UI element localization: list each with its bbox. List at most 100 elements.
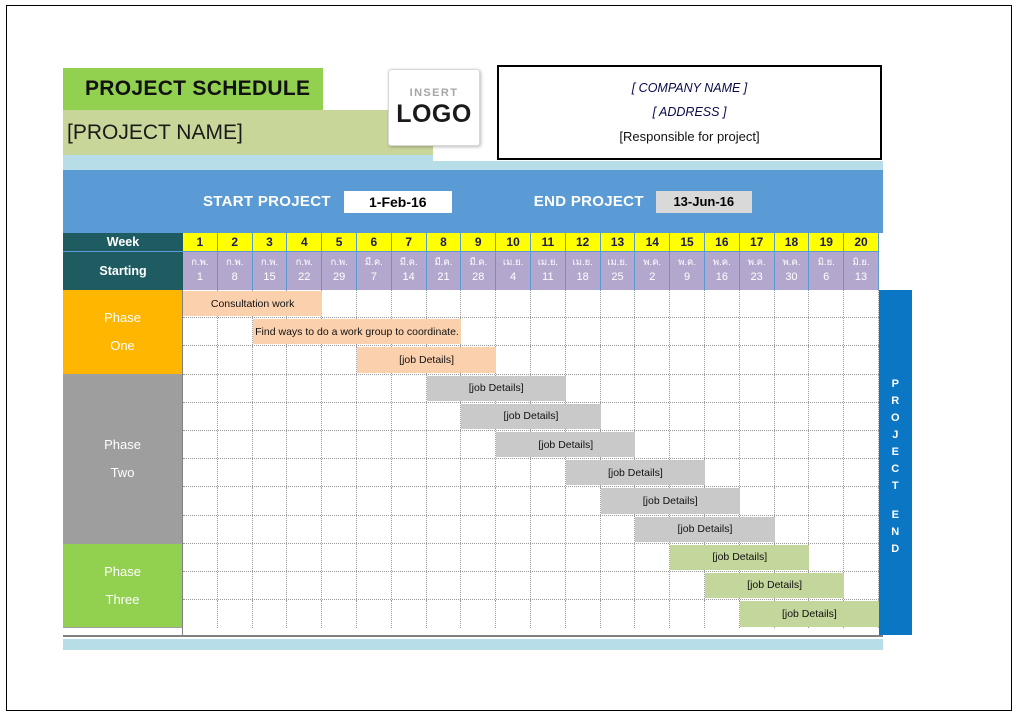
gantt-cell[interactable] — [322, 543, 357, 571]
gantt-cell[interactable] — [844, 318, 879, 346]
gantt-cell[interactable] — [427, 402, 462, 430]
gantt-cell[interactable] — [740, 487, 775, 515]
gantt-cell[interactable] — [809, 543, 845, 571]
gantt-cell[interactable] — [775, 515, 810, 543]
gantt-cell[interactable] — [844, 346, 879, 374]
gantt-cell[interactable] — [775, 346, 810, 374]
gantt-task-bar[interactable]: [job Details] — [357, 347, 497, 373]
gantt-task-bar[interactable]: [job Details] — [739, 601, 879, 628]
gantt-cell[interactable] — [809, 515, 845, 543]
gantt-cell[interactable] — [705, 402, 740, 430]
gantt-cell[interactable] — [601, 374, 636, 402]
gantt-cell[interactable] — [357, 487, 392, 515]
gantt-cell[interactable] — [740, 374, 775, 402]
gantt-cell[interactable] — [670, 402, 705, 430]
gantt-cell[interactable] — [601, 515, 636, 543]
gantt-cell[interactable] — [531, 290, 566, 318]
gantt-cell[interactable] — [740, 430, 775, 459]
gantt-cell[interactable] — [287, 515, 323, 543]
gantt-task-bar[interactable]: [job Details] — [635, 516, 775, 542]
gantt-cell[interactable] — [427, 543, 462, 571]
gantt-cell[interactable] — [253, 346, 288, 374]
gantt-cell[interactable] — [566, 374, 601, 402]
gantt-cell[interactable] — [461, 290, 497, 318]
gantt-cell[interactable] — [392, 543, 427, 571]
gantt-cell[interactable] — [531, 346, 566, 374]
gantt-cell[interactable] — [461, 430, 497, 459]
gantt-cell[interactable] — [705, 346, 740, 374]
gantt-cell[interactable] — [775, 290, 810, 318]
gantt-cell[interactable] — [427, 430, 462, 459]
gantt-cell[interactable] — [183, 487, 218, 515]
gantt-cell[interactable] — [183, 543, 218, 571]
gantt-cell[interactable] — [601, 600, 636, 629]
gantt-cell[interactable] — [670, 571, 705, 600]
gantt-task-bar[interactable]: Consultation work — [183, 291, 323, 317]
gantt-cell[interactable] — [670, 374, 705, 402]
gantt-cell[interactable] — [357, 402, 392, 430]
gantt-cell[interactable] — [566, 318, 601, 346]
gantt-cell[interactable] — [566, 600, 601, 629]
gantt-cell[interactable] — [287, 459, 323, 487]
gantt-cell[interactable] — [740, 318, 775, 346]
gantt-cell[interactable] — [253, 487, 288, 515]
gantt-cell[interactable] — [253, 600, 288, 629]
gantt-cell[interactable] — [461, 543, 497, 571]
gantt-cell[interactable] — [218, 571, 253, 600]
gantt-cell[interactable] — [496, 346, 531, 374]
gantt-cell[interactable] — [670, 346, 705, 374]
gantt-cell[interactable] — [670, 318, 705, 346]
gantt-cell[interactable] — [183, 318, 218, 346]
gantt-cell[interactable] — [218, 459, 253, 487]
gantt-cell[interactable] — [461, 487, 497, 515]
gantt-cell[interactable] — [531, 571, 566, 600]
company-address-field[interactable]: [ ADDRESS ] — [653, 105, 727, 119]
gantt-cell[interactable] — [601, 346, 636, 374]
gantt-cell[interactable] — [183, 402, 218, 430]
gantt-cell[interactable] — [566, 543, 601, 571]
gantt-cell[interactable] — [496, 571, 531, 600]
gantt-cell[interactable] — [253, 374, 288, 402]
gantt-cell[interactable] — [392, 600, 427, 629]
gantt-cell[interactable] — [287, 543, 323, 571]
gantt-cell[interactable] — [635, 543, 671, 571]
gantt-cell[interactable] — [635, 571, 671, 600]
gantt-cell[interactable] — [253, 430, 288, 459]
gantt-cell[interactable] — [357, 459, 392, 487]
gantt-cell[interactable] — [322, 571, 357, 600]
gantt-cell[interactable] — [844, 571, 879, 600]
gantt-cell[interactable] — [635, 346, 671, 374]
gantt-cell[interactable] — [566, 346, 601, 374]
gantt-cell[interactable] — [218, 515, 253, 543]
gantt-cell[interactable] — [496, 487, 531, 515]
start-date-field[interactable]: 1-Feb-16 — [343, 190, 452, 213]
gantt-cell[interactable] — [183, 600, 218, 629]
gantt-cell[interactable] — [809, 402, 845, 430]
gantt-cell[interactable] — [635, 430, 671, 459]
gantt-cell[interactable] — [287, 600, 323, 629]
gantt-cell[interactable] — [809, 290, 845, 318]
gantt-cell[interactable] — [253, 459, 288, 487]
gantt-cell[interactable] — [322, 487, 357, 515]
project-name-bar[interactable]: [PROJECT NAME] — [63, 110, 433, 155]
gantt-task-bar[interactable]: [job Details] — [461, 403, 601, 429]
gantt-cell[interactable] — [392, 515, 427, 543]
gantt-cell[interactable] — [809, 346, 845, 374]
gantt-cell[interactable] — [427, 290, 462, 318]
gantt-cell[interactable] — [218, 487, 253, 515]
gantt-cell[interactable] — [601, 290, 636, 318]
gantt-cell[interactable] — [253, 515, 288, 543]
gantt-cell[interactable] — [183, 459, 218, 487]
gantt-cell[interactable] — [844, 290, 879, 318]
gantt-cell[interactable] — [218, 543, 253, 571]
gantt-cell[interactable] — [218, 430, 253, 459]
gantt-cell[interactable] — [287, 402, 323, 430]
gantt-cell[interactable] — [635, 318, 671, 346]
gantt-cell[interactable] — [705, 600, 740, 629]
gantt-cell[interactable] — [427, 487, 462, 515]
gantt-cell[interactable] — [392, 487, 427, 515]
gantt-cell[interactable] — [357, 290, 392, 318]
gantt-cell[interactable] — [183, 346, 218, 374]
gantt-cell[interactable] — [601, 543, 636, 571]
gantt-cell[interactable] — [392, 374, 427, 402]
